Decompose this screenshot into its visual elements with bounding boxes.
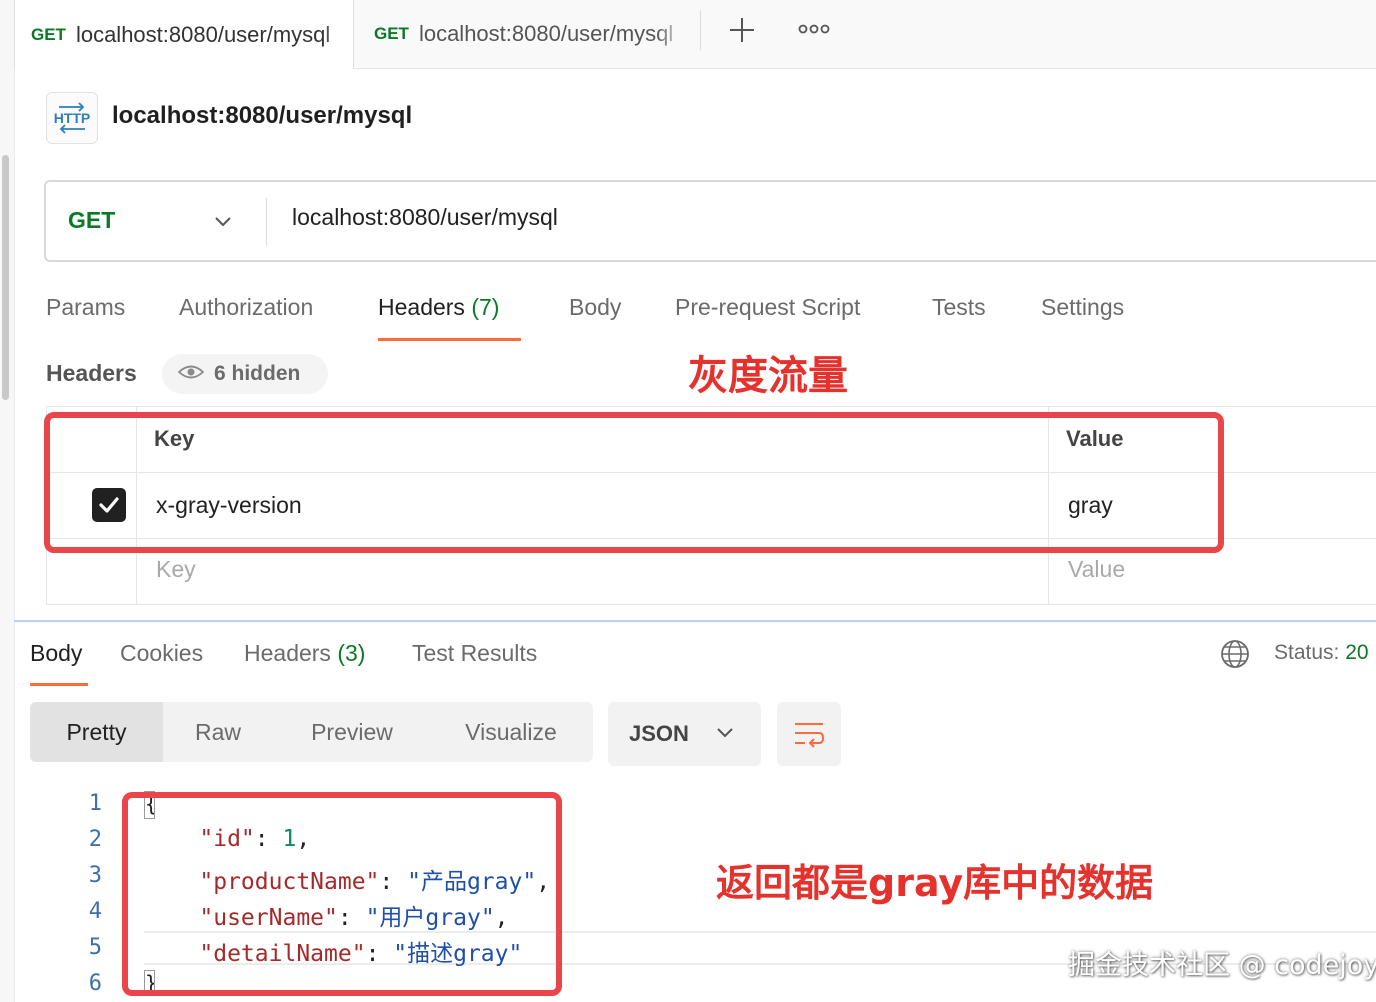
line-number: 4	[88, 899, 102, 924]
globe-icon[interactable]	[1220, 639, 1250, 669]
response-tab-test-results[interactable]: Test Results	[412, 640, 537, 667]
view-pretty-button[interactable]: Pretty	[30, 702, 163, 762]
headers-label: Headers	[46, 360, 137, 386]
view-preview-button[interactable]: Preview	[283, 702, 421, 762]
view-raw-button[interactable]: Raw	[163, 702, 273, 762]
url-divider	[266, 198, 267, 246]
line-number: 5	[88, 935, 102, 960]
tab-url: localhost:8080/user/mysql	[75, 21, 331, 47]
wrap-lines-button[interactable]	[777, 702, 841, 766]
tab-method: GET	[374, 24, 409, 43]
tab-method: GET	[31, 24, 66, 44]
tab-divider	[700, 10, 701, 50]
line-number: 6	[88, 971, 102, 996]
plus-icon[interactable]	[728, 16, 756, 44]
active-response-tab-underline	[30, 683, 88, 686]
pane-splitter[interactable]	[14, 620, 1376, 622]
response-status: Status: 20	[1274, 641, 1369, 664]
request-title[interactable]: localhost:8080/user/mysql	[112, 102, 412, 130]
highlight-box-response	[122, 792, 562, 996]
chevron-down-icon[interactable]	[212, 210, 234, 237]
new-key-input[interactable]: Key	[156, 556, 196, 583]
url-bar	[44, 180, 1376, 262]
request-tab-active[interactable]: GET localhost:8080/user/mysql	[14, 0, 354, 69]
new-value-input[interactable]: Value	[1068, 556, 1125, 583]
response-tab-headers[interactable]: Headers (3)	[244, 640, 365, 667]
format-value: JSON	[629, 721, 689, 746]
response-tab-cookies[interactable]: Cookies	[120, 640, 203, 667]
hidden-count: 6 hidden	[214, 362, 301, 385]
headers-count: (7)	[471, 294, 500, 320]
line-number: 1	[88, 791, 102, 816]
line-number: 2	[88, 827, 102, 852]
tab-body[interactable]: Body	[569, 294, 621, 321]
tab-url: localhost:8080/user/mysql	[418, 21, 674, 46]
tab-tests[interactable]: Tests	[932, 294, 986, 321]
wrap-icon	[795, 723, 825, 748]
left-sidebar-edge	[0, 0, 15, 1002]
request-tab[interactable]: GET localhost:8080/user/mysql	[356, 0, 686, 68]
tab-pre-request-script[interactable]: Pre-request Script	[675, 294, 860, 321]
format-select[interactable]: JSON	[608, 702, 761, 766]
more-icon[interactable]	[798, 22, 830, 36]
eye-icon	[177, 364, 205, 385]
watermark: 掘金技术社区 @ codejoy	[1068, 950, 1376, 981]
tab-headers[interactable]: Headers (7)	[378, 294, 499, 321]
view-visualize-button[interactable]: Visualize	[441, 702, 581, 762]
url-input[interactable]: localhost:8080/user/mysql	[292, 204, 558, 231]
response-headers-count: (3)	[337, 640, 366, 666]
method-select[interactable]: GET	[68, 207, 115, 234]
chevron-down-icon	[715, 722, 735, 747]
table-border-top	[46, 406, 1376, 407]
annotation-gray-traffic: 灰度流量	[688, 353, 848, 399]
active-tab-underline	[378, 338, 521, 341]
status-code: 20	[1345, 641, 1369, 664]
http-icon: HTTP	[46, 92, 98, 144]
hidden-headers-toggle[interactable]: 6 hidden	[162, 354, 328, 394]
sidebar-scrollbar[interactable]	[2, 155, 9, 400]
response-tab-body[interactable]: Body	[30, 640, 82, 667]
svg-text:HTTP: HTTP	[54, 110, 91, 126]
table-border-bottom	[46, 604, 1376, 605]
tab-authorization[interactable]: Authorization	[179, 294, 313, 321]
annotation-gray-data: 返回都是gray库中的数据	[716, 861, 1154, 905]
highlight-box-header	[44, 412, 1224, 553]
tab-settings[interactable]: Settings	[1041, 294, 1124, 321]
line-number: 3	[88, 863, 102, 888]
tab-params[interactable]: Params	[46, 294, 125, 321]
